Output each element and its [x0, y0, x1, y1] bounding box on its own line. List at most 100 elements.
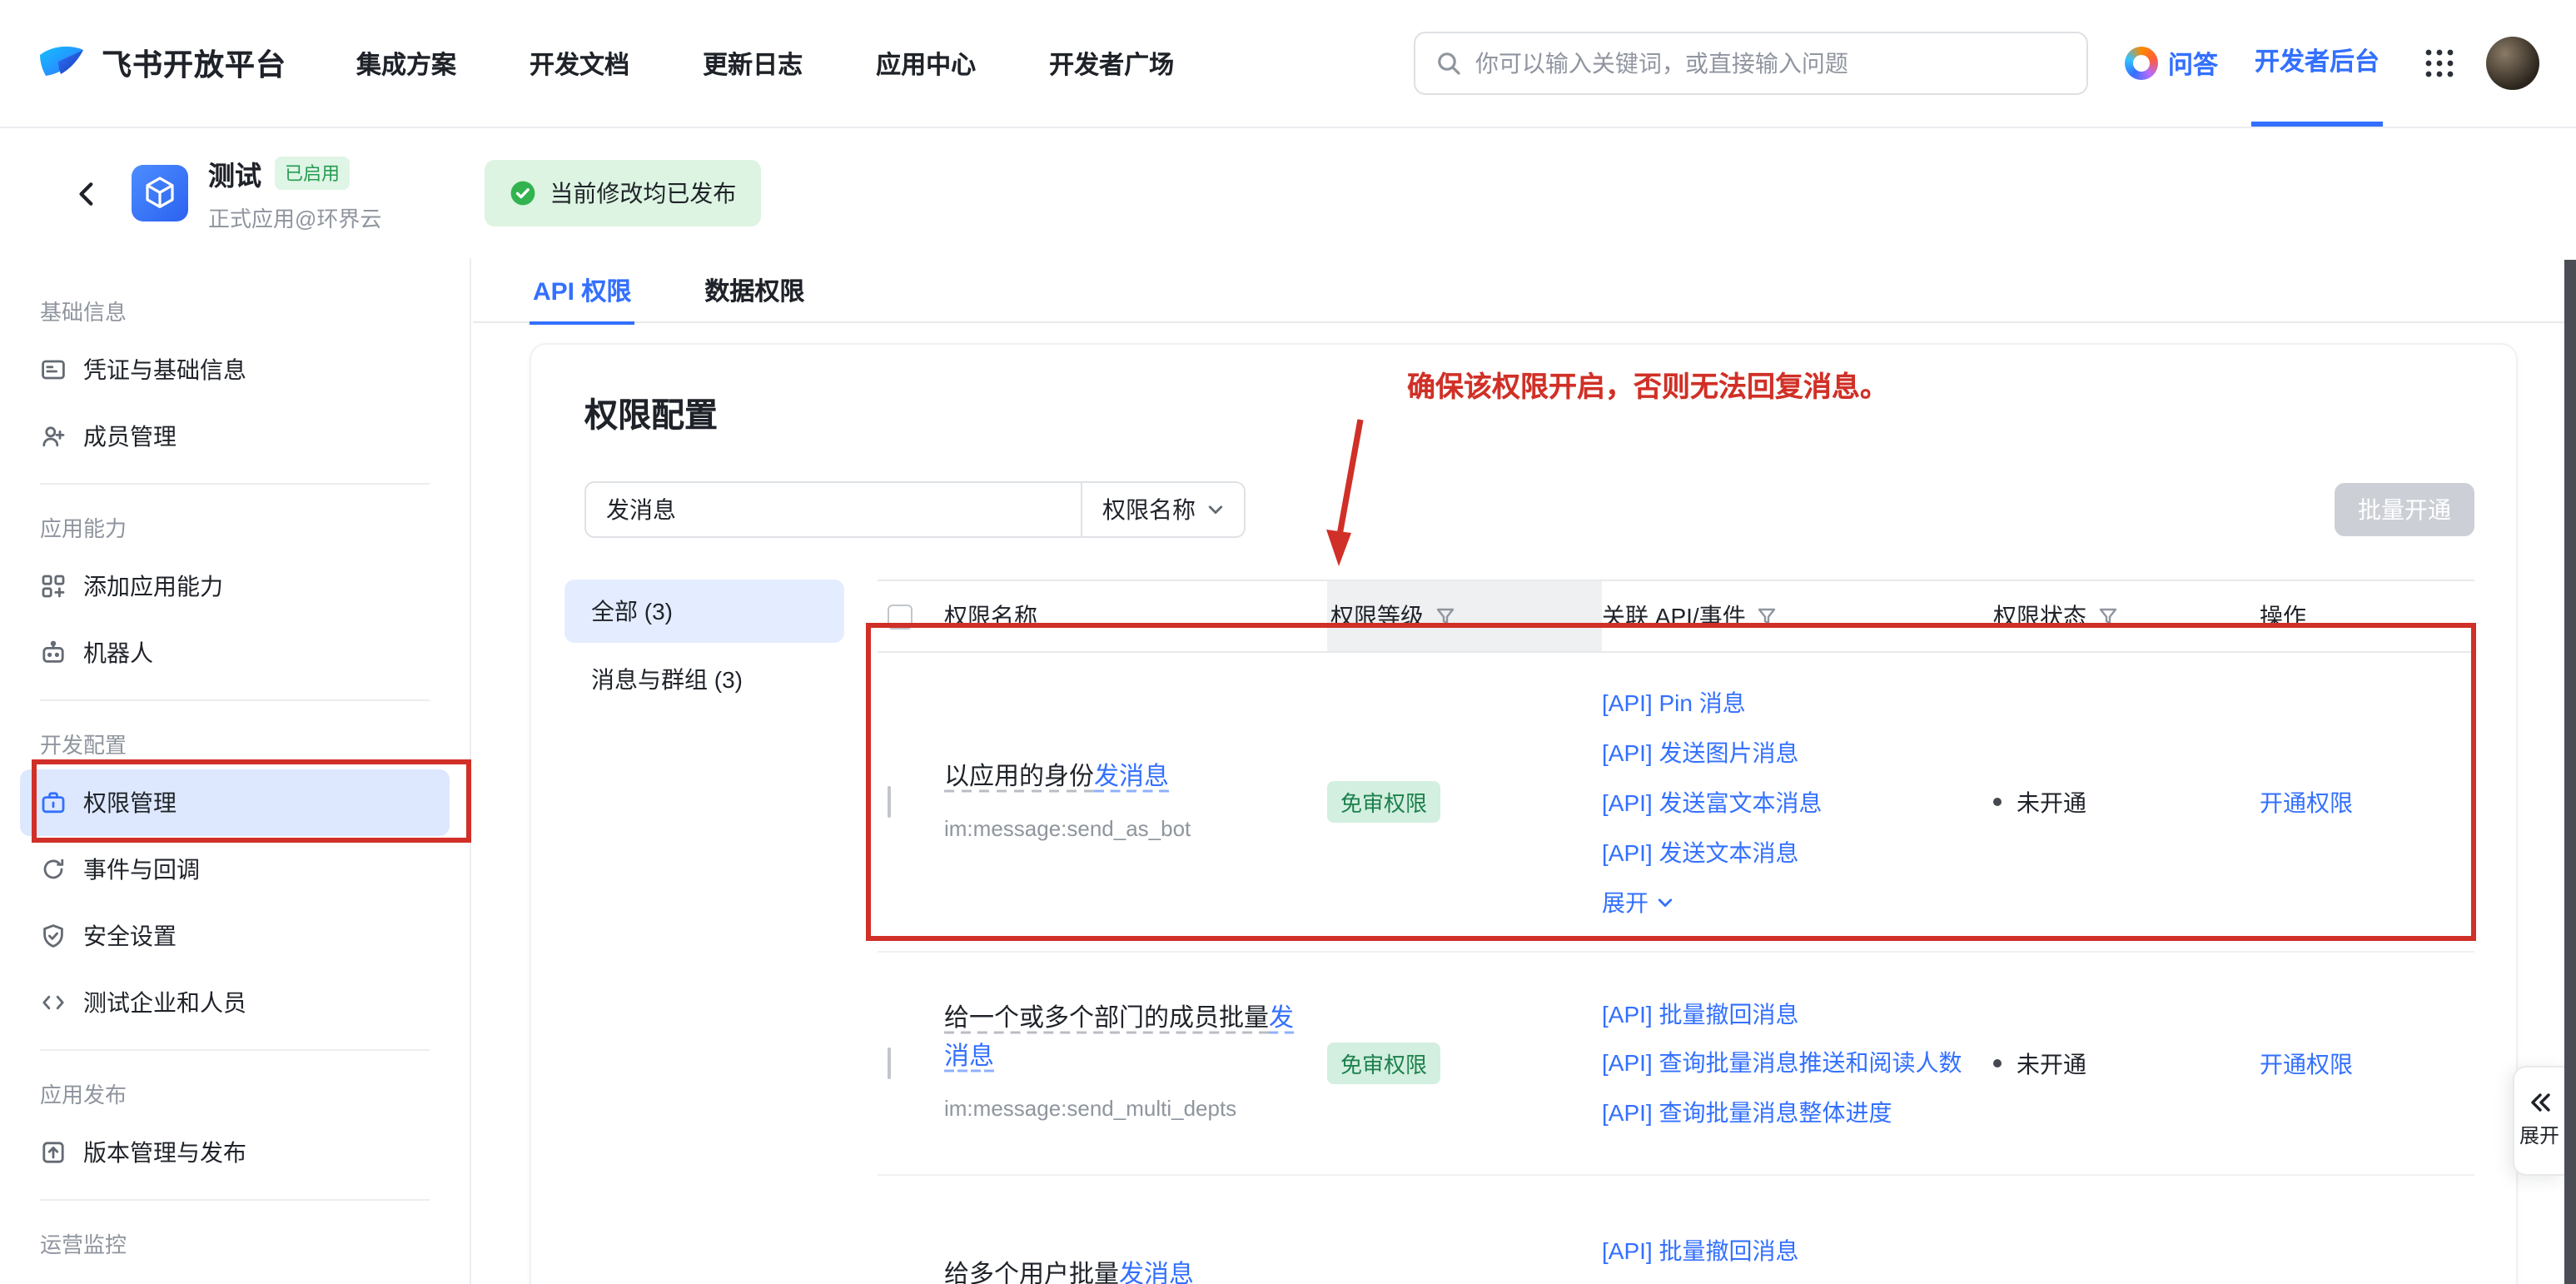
sidebar-divider [40, 699, 430, 701]
table-header: 权限名称 权限等级 关联 API/事件 权限状态 [878, 580, 2474, 653]
sidebar-section-capability: 应用能力 [0, 498, 470, 553]
enable-permission-link[interactable]: 开通权限 [2260, 789, 2353, 815]
qa-link[interactable]: 问答 [2125, 46, 2218, 81]
filter-item-all[interactable]: 全部 (3) [564, 580, 844, 643]
api-link[interactable]: [API] 批量撤回消息 [1602, 989, 1973, 1039]
permission-search-input[interactable] [584, 481, 1082, 538]
enable-permission-link[interactable]: 开通权限 [2260, 1050, 2353, 1077]
column-header-name: 权限名称 [944, 581, 1327, 651]
row-checkbox[interactable] [888, 1047, 891, 1078]
column-header-action: 操作 [2260, 581, 2474, 651]
sidebar-item-credentials[interactable]: 凭证与基础信息 [20, 336, 450, 403]
app-name: 测试 [208, 153, 261, 193]
table-row: 以应用的身份发消息 im:message:send_as_bot 免审权限 [A… [878, 653, 2474, 953]
sidebar-item-add-capability[interactable]: 添加应用能力 [20, 553, 450, 620]
filter-funnel-icon[interactable] [1435, 606, 1455, 626]
status-dot [1993, 798, 2002, 806]
sidebar-item-label: 安全设置 [83, 919, 177, 953]
page-title: 权限配置 [531, 345, 2516, 436]
row-checkbox[interactable] [888, 785, 891, 817]
brand[interactable]: 飞书开放平台 [37, 40, 286, 87]
avatar[interactable] [2486, 37, 2539, 90]
sidebar-divider [40, 1199, 430, 1201]
feishu-logo-icon [37, 40, 87, 87]
status-cell: 未开通 [1993, 1047, 2260, 1080]
event-icon [40, 856, 67, 883]
sidebar-item-members[interactable]: 成员管理 [20, 403, 450, 470]
expand-api-list-link[interactable]: 展开 [1602, 877, 1973, 927]
api-link[interactable]: [API] 查询批量消息推送和阅读 [1602, 1275, 1973, 1284]
sidebar-item-events[interactable]: 事件与回调 [20, 836, 450, 903]
sidebar-divider [40, 483, 430, 485]
back-icon[interactable] [73, 179, 102, 207]
bot-icon [40, 640, 67, 666]
publish-status-pill: 当前修改均已发布 [485, 160, 761, 226]
qa-icon [2125, 47, 2158, 80]
permission-tabs: API 权限 数据权限 [473, 258, 2576, 323]
sidebar-item-security[interactable]: 安全设置 [20, 903, 450, 969]
tab-data-permissions[interactable]: 数据权限 [701, 258, 808, 323]
permission-name-cell: 给一个或多个部门的成员批量发消息 im:message:send_multi_d… [944, 999, 1327, 1127]
nav-item-integration[interactable]: 集成方案 [356, 46, 456, 81]
main-content: API 权限 数据权限 权限配置 权限名称 批量开通 全部 (3) 消息与群组 … [473, 258, 2576, 1284]
api-link[interactable]: [API] 发送图片消息 [1602, 727, 1973, 777]
keyword-highlight[interactable]: 发消息 [1094, 762, 1169, 790]
sidebar-item-label: 版本管理与发布 [83, 1136, 246, 1169]
top-navbar: 飞书开放平台 集成方案 开发文档 更新日志 应用中心 开发者广场 问答 开发者后… [0, 0, 2576, 128]
tab-api-permissions[interactable]: API 权限 [530, 258, 634, 323]
apps-grid-icon[interactable] [2423, 47, 2456, 80]
api-link[interactable]: [API] 批量撤回消息 [1602, 1225, 1973, 1275]
sidebar-section-release: 应用发布 [0, 1064, 470, 1119]
permission-config-card: 权限配置 权限名称 批量开通 全部 (3) 消息与群组 (3) [530, 343, 2518, 1284]
members-icon [40, 423, 67, 450]
select-all-checkbox[interactable] [888, 604, 913, 629]
related-api-list: [API] Pin 消息 [API] 发送图片消息 [API] 发送富文本消息 … [1602, 655, 1993, 948]
column-header-api: 关联 API/事件 [1602, 581, 1993, 651]
sidebar-item-label: 添加应用能力 [83, 570, 223, 603]
global-search-input[interactable] [1475, 50, 2066, 77]
api-link[interactable]: [API] Pin 消息 [1602, 677, 1973, 727]
permission-icon [40, 789, 67, 816]
nav-item-docs[interactable]: 开发文档 [530, 46, 629, 81]
sidebar-item-version-release[interactable]: 版本管理与发布 [20, 1119, 450, 1186]
api-link[interactable]: [API] 发送文本消息 [1602, 827, 1973, 877]
sidebar-item-label: 凭证与基础信息 [83, 353, 246, 386]
global-search[interactable] [1414, 32, 2088, 95]
permission-name-cell: 以应用的身份发消息 im:message:send_as_bot [944, 757, 1327, 847]
app-icon [132, 165, 188, 221]
sidebar-item-test-org[interactable]: 测试企业和人员 [20, 969, 450, 1036]
api-link[interactable]: [API] 查询批量消息推送和阅读人数 [1602, 1039, 1973, 1087]
nav-item-developer-console[interactable]: 开发者后台 [2251, 0, 2383, 127]
sidebar-section-basic: 基础信息 [0, 281, 470, 336]
column-header-status: 权限状态 [1993, 581, 2260, 651]
vertical-scrollbar[interactable] [2564, 260, 2576, 1284]
qa-label: 问答 [2168, 46, 2218, 81]
status-text: 未开通 [2017, 1047, 2086, 1080]
filter-funnel-icon[interactable] [2098, 606, 2118, 626]
category-filter-list: 全部 (3) 消息与群组 (3) [564, 580, 844, 716]
double-chevron-left-icon [2528, 1092, 2551, 1112]
search-type-select[interactable]: 权限名称 [1082, 481, 1246, 538]
nav-item-changelog[interactable]: 更新日志 [703, 46, 803, 81]
expand-sidebar-panel[interactable]: 展开 [2513, 1066, 2564, 1176]
table-row: 给一个或多个部门的成员批量发消息 im:message:send_multi_d… [878, 953, 2474, 1176]
filter-funnel-icon[interactable] [1758, 606, 1778, 626]
credential-icon [40, 356, 67, 383]
sidebar-item-permissions[interactable]: 权限管理 [20, 769, 450, 836]
filter-item-messages-groups[interactable]: 消息与群组 (3) [564, 648, 844, 711]
sidebar-item-bot[interactable]: 机器人 [20, 620, 450, 686]
chevron-down-icon [1657, 893, 1673, 910]
nav-item-app-center[interactable]: 应用中心 [876, 46, 976, 81]
status-cell: 未开通 [1993, 785, 2260, 819]
shield-icon [40, 923, 67, 949]
nav-item-dev-plaza[interactable]: 开发者广场 [1049, 46, 1174, 81]
keyword-highlight[interactable]: 发消息 [1119, 1261, 1194, 1284]
permission-scope-code: im:message:send_as_bot [944, 809, 1297, 847]
sidebar-section-dev-config: 开发配置 [0, 714, 470, 769]
api-link[interactable]: [API] 查询批量消息整体进度 [1602, 1087, 1973, 1137]
batch-enable-button[interactable]: 批量开通 [2335, 483, 2474, 536]
sidebar-item-label: 测试企业和人员 [83, 986, 246, 1019]
api-link[interactable]: [API] 发送富文本消息 [1602, 777, 1973, 827]
sidebar-divider [40, 1049, 430, 1051]
sidebar-item-label: 事件与回调 [83, 853, 200, 886]
